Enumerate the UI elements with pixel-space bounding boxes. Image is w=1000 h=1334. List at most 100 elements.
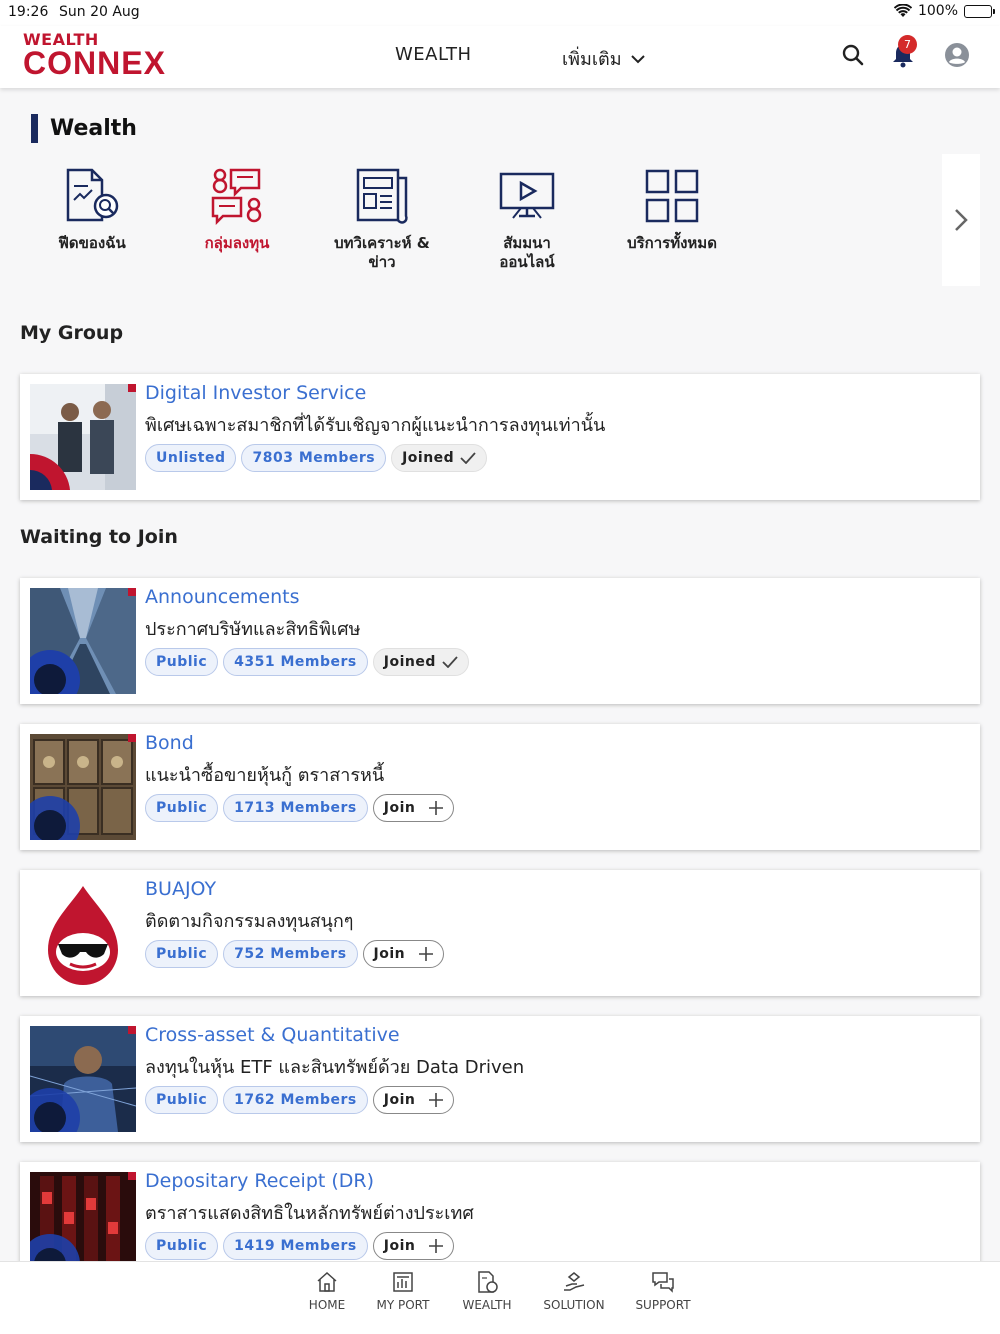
group-description: ลงทุนในหุ้น ETF และสินทรัพย์ด้วย Data Dr…	[145, 1057, 525, 1078]
joined-label: Joined	[383, 654, 436, 670]
bottom-nav-my-port[interactable]: MY PORT	[358, 1270, 448, 1312]
menu-all-services[interactable]: บริการทั้งหมด	[602, 166, 742, 253]
joined-label: Joined	[402, 450, 455, 466]
battery-percent: 100%	[917, 3, 958, 19]
joined-button[interactable]: Joined	[372, 648, 469, 676]
group-name[interactable]: BUAJOY	[145, 878, 216, 900]
join-button[interactable]: Join	[362, 940, 445, 968]
status-right: 100%	[893, 3, 995, 19]
bottom-nav-wealth[interactable]: WEALTH	[442, 1270, 532, 1312]
plus-icon	[429, 1239, 444, 1253]
group-tags: Public 1713 Members Join	[145, 794, 455, 822]
app-header: WEALTH CONNEX WEALTH เพิ่มเติม 7	[0, 26, 1000, 88]
menu-investment-group-label: กลุ่มลงทุน	[204, 234, 270, 252]
menu-scroll-right-button[interactable]	[942, 154, 980, 286]
group-card[interactable]: Bond แนะนำซื้อขายหุ้นกู้ ตราสารหนี้ Publ…	[20, 724, 980, 850]
group-type-badge: Public	[145, 1232, 219, 1260]
wealth-connex-logo[interactable]: WEALTH CONNEX	[23, 32, 166, 81]
join-button[interactable]: Join	[372, 1086, 455, 1114]
nav-more-dropdown[interactable]: เพิ่มเติม	[562, 44, 646, 73]
group-thumbnail	[30, 384, 136, 490]
group-description: ประกาศบริษัทและสิทธิพิเศษ	[145, 619, 361, 640]
group-name[interactable]: Announcements	[145, 586, 300, 608]
plus-icon	[429, 1093, 444, 1107]
bottom-nav-home-label: HOME	[308, 1298, 346, 1312]
group-type-badge: Public	[145, 648, 219, 676]
group-members-badge: 1419 Members	[223, 1232, 368, 1260]
group-description: พิเศษเฉพาะสมาชิกที่ได้รับเชิญจากผู้แนะนำ…	[145, 415, 606, 436]
bottom-nav-my-port-label: MY PORT	[376, 1298, 430, 1312]
group-members-badge: 1713 Members	[223, 794, 368, 822]
online-seminar-icon	[499, 172, 555, 219]
menu-investment-group[interactable]: กลุ่มลงทุน	[167, 166, 307, 253]
group-thumbnail	[30, 588, 136, 694]
group-card[interactable]: Digital Investor Service พิเศษเฉพาะสมาชิ…	[20, 374, 980, 500]
group-thumbnail	[30, 880, 136, 986]
notification-badge: 7	[898, 35, 917, 54]
menu-online-seminar-line2: ออนไลน์	[499, 253, 555, 271]
group-tags: Unlisted 7803 Members Joined	[145, 444, 488, 472]
menu-my-feed[interactable]: ฟีดของฉัน	[22, 166, 162, 253]
battery-icon	[964, 4, 995, 18]
menu-research-news-label: บทวิเคราะห์ & ข่าว	[312, 234, 452, 272]
status-date: Sun 20 Aug	[59, 4, 140, 20]
group-tags: Public 1762 Members Join	[145, 1086, 455, 1114]
investment-group-icon	[211, 168, 262, 226]
bottom-nav-solution-label: SOLUTION	[543, 1298, 605, 1312]
join-button[interactable]: Join	[372, 1232, 455, 1260]
my-port-icon	[393, 1272, 413, 1292]
group-type-badge: Unlisted	[145, 444, 237, 472]
group-description: ตราสารแสดงสิทธิในหลักทรัพย์ต่างประเทศ	[145, 1203, 474, 1224]
feed-document-icon	[66, 168, 119, 222]
group-members-badge: 4351 Members	[223, 648, 368, 676]
menu-all-services-label: บริการทั้งหมด	[627, 234, 717, 252]
group-tags: Public 1419 Members Join	[145, 1232, 455, 1260]
group-thumbnail	[30, 734, 136, 840]
joined-button[interactable]: Joined	[391, 444, 488, 472]
group-card[interactable]: BUAJOY ติดตามกิจกรรมลงทุนสนุกๆ Public 75…	[20, 870, 980, 996]
logo-bottom: CONNEX	[23, 45, 166, 81]
wealth-icon	[478, 1271, 498, 1293]
support-icon	[652, 1272, 674, 1293]
group-members-badge: 752 Members	[223, 940, 358, 968]
news-icon	[356, 168, 408, 224]
status-time: 19:26	[8, 4, 49, 20]
wealth-section-title: Wealth	[31, 114, 137, 143]
all-services-icon	[645, 169, 699, 223]
home-icon	[317, 1271, 337, 1292]
group-name[interactable]: Digital Investor Service	[145, 382, 366, 404]
group-tags: Public 752 Members Join	[145, 940, 445, 968]
menu-online-seminar-label: สัมมนา ออนไลน์	[457, 234, 597, 272]
bottom-nav-wealth-label: WEALTH	[462, 1298, 512, 1312]
join-label: Join	[383, 800, 416, 816]
nav-more-label: เพิ่มเติม	[562, 49, 622, 70]
checkmark-icon	[442, 656, 458, 668]
bottom-navigation: HOME MY PORT WEALTH SOLUTION SUPPORT	[0, 1261, 1000, 1334]
wifi-icon	[893, 4, 912, 17]
profile-avatar-icon[interactable]	[944, 42, 970, 68]
join-label: Join	[383, 1238, 416, 1254]
menu-research-news-line2: ข่าว	[368, 253, 396, 271]
solution-icon	[564, 1272, 585, 1291]
search-icon[interactable]	[840, 42, 866, 68]
menu-online-seminar[interactable]: สัมมนา ออนไลน์	[457, 166, 597, 272]
join-button[interactable]: Join	[372, 794, 455, 822]
group-name[interactable]: Depositary Receipt (DR)	[145, 1170, 374, 1192]
group-card[interactable]: Cross-asset & Quantitative ลงทุนในหุ้น E…	[20, 1016, 980, 1142]
bottom-nav-solution[interactable]: SOLUTION	[529, 1270, 619, 1312]
bottom-nav-support[interactable]: SUPPORT	[618, 1270, 708, 1312]
nav-wealth[interactable]: WEALTH	[395, 44, 472, 65]
checkmark-icon	[460, 452, 476, 464]
group-name[interactable]: Bond	[145, 732, 194, 754]
group-members-badge: 1762 Members	[223, 1086, 368, 1114]
join-label: Join	[373, 946, 406, 962]
group-type-badge: Public	[145, 940, 219, 968]
group-card[interactable]: Announcements ประกาศบริษัทและสิทธิพิเศษ …	[20, 578, 980, 704]
group-members-badge: 7803 Members	[241, 444, 387, 472]
group-name[interactable]: Cross-asset & Quantitative	[145, 1024, 400, 1046]
bottom-nav-support-label: SUPPORT	[635, 1298, 691, 1312]
group-type-badge: Public	[145, 1086, 219, 1114]
join-label: Join	[383, 1092, 416, 1108]
group-thumbnail	[30, 1026, 136, 1132]
menu-research-news[interactable]: บทวิเคราะห์ & ข่าว	[312, 166, 452, 272]
